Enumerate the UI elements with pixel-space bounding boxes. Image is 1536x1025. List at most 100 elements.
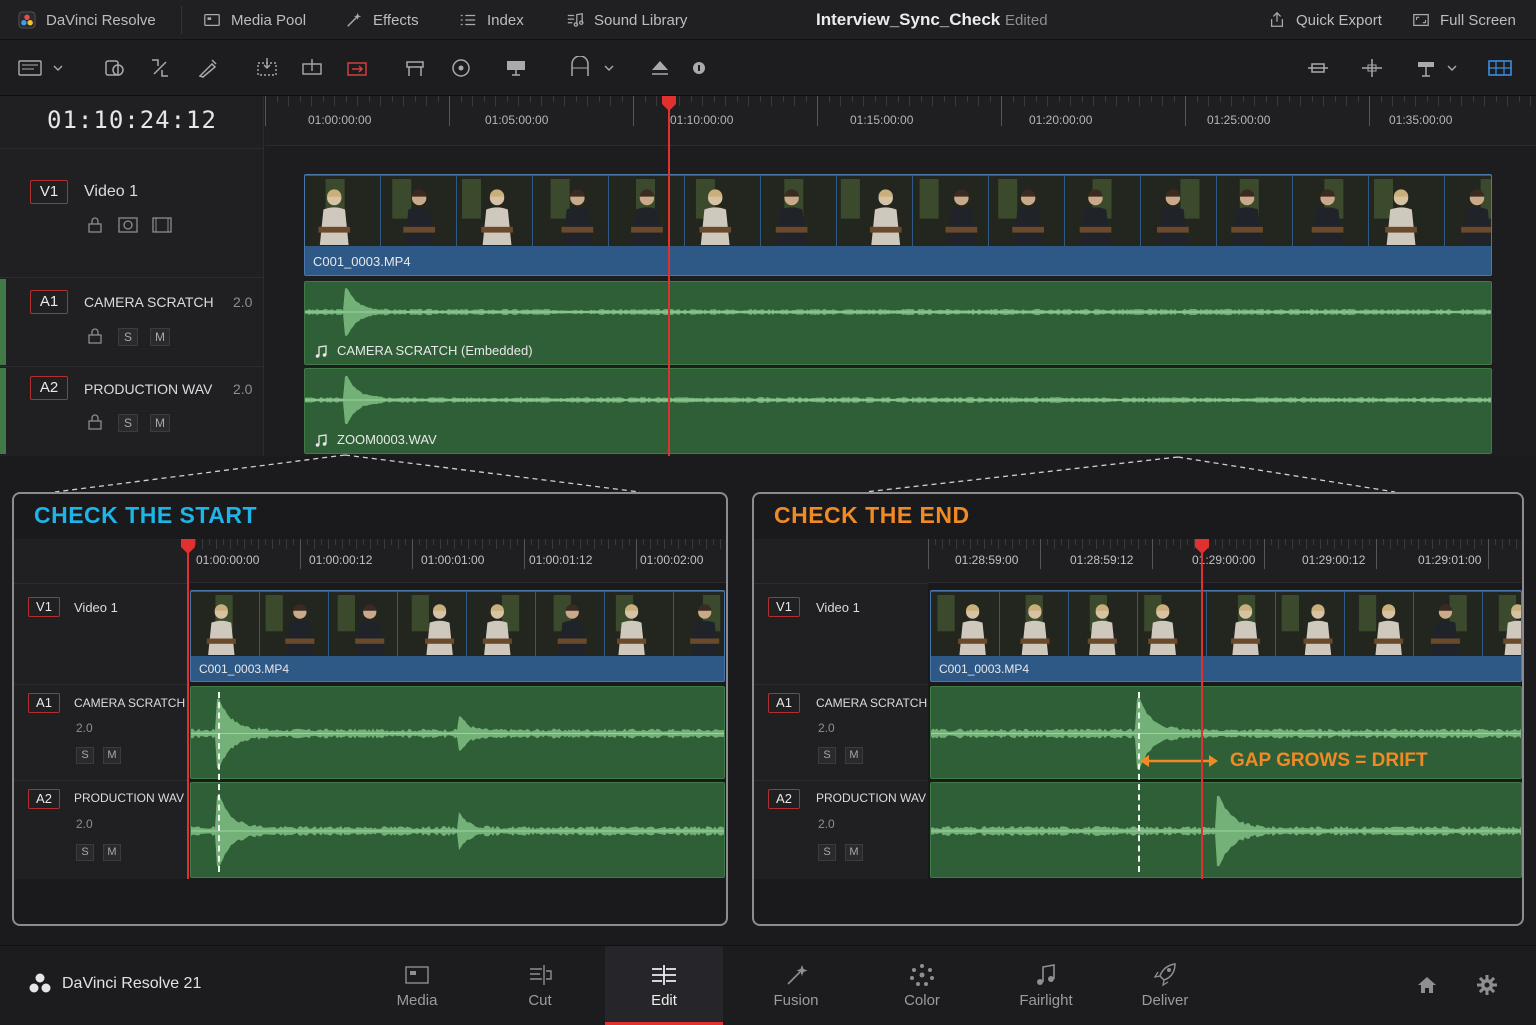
waveform bbox=[305, 375, 1491, 425]
playhead[interactable] bbox=[187, 549, 189, 879]
playhead[interactable] bbox=[1201, 549, 1203, 879]
a2-solo-button[interactable]: S bbox=[118, 414, 138, 432]
check-start-panel: CHECK THE START 01:00:00:00 01:00:00:12 … bbox=[12, 492, 728, 926]
start-a2-solo[interactable]: S bbox=[76, 844, 94, 861]
overwrite-clip-button[interactable] bbox=[300, 56, 324, 80]
a2-mute-button[interactable]: M bbox=[150, 414, 170, 432]
end-a2-mute[interactable]: M bbox=[845, 844, 863, 861]
zoom-custom-button[interactable] bbox=[1414, 56, 1462, 80]
end-ruler[interactable]: 01:28:59:00 01:28:59:12 01:29:00:00 01:2… bbox=[928, 539, 1522, 583]
timeline-view-options-button[interactable] bbox=[18, 56, 66, 80]
index-button[interactable]: Index bbox=[459, 0, 524, 40]
start-audio-clip-a1[interactable] bbox=[190, 686, 725, 779]
v1-track-name[interactable]: Video 1 bbox=[84, 183, 138, 201]
end-a1-mute[interactable]: M bbox=[845, 747, 863, 764]
lock-icon[interactable] bbox=[86, 413, 104, 431]
a1-track-name[interactable]: CAMERA SCRATCH bbox=[84, 294, 214, 310]
timeline-ruler[interactable]: 01:00:00:00 01:05:00:00 01:10:00:00 01:1… bbox=[265, 96, 1536, 146]
main-timeline: 01:10:24:12 V1 Video 1 A1 CAMERA SCRATCH… bbox=[0, 96, 1536, 456]
audio-clip-a1[interactable]: CAMERA SCRATCH (Embedded) bbox=[304, 281, 1492, 365]
page-edit[interactable]: Edit bbox=[605, 946, 723, 1025]
auto-track-select-icon[interactable] bbox=[118, 216, 138, 234]
page-color[interactable]: Color bbox=[863, 946, 981, 1025]
start-audio-clip-a2[interactable] bbox=[190, 782, 725, 878]
a2-track-badge[interactable]: A2 bbox=[30, 376, 68, 400]
start-a1-badge[interactable]: A1 bbox=[28, 693, 60, 713]
end-a2-badge[interactable]: A2 bbox=[768, 789, 800, 809]
zoom-fit-icon bbox=[1308, 63, 1328, 73]
ruler-label: 01:00:02:00 bbox=[640, 553, 704, 567]
start-v1-badge[interactable]: V1 bbox=[28, 597, 60, 617]
sound-library-button[interactable]: Sound Library bbox=[566, 0, 687, 40]
replace-clip-button[interactable] bbox=[345, 56, 369, 80]
a1-solo-button[interactable]: S bbox=[118, 328, 138, 346]
ruler-label: 01:29:00:12 bbox=[1302, 553, 1366, 567]
page-fusion-label: Fusion bbox=[773, 992, 819, 1009]
ruler-label: 01:20:00:00 bbox=[1029, 113, 1093, 127]
playhead[interactable] bbox=[668, 106, 670, 456]
effects-button[interactable]: Effects bbox=[345, 0, 419, 40]
lock-icon[interactable] bbox=[86, 327, 104, 345]
end-audio-clip-a2[interactable] bbox=[930, 782, 1522, 878]
position-lock-button[interactable] bbox=[504, 56, 528, 80]
ruler-label: 01:10:00:00 bbox=[670, 113, 734, 127]
music-note-icon bbox=[315, 345, 327, 358]
quick-export-button[interactable]: Quick Export bbox=[1268, 0, 1382, 40]
page-deliver[interactable]: Deliver bbox=[1106, 946, 1224, 1025]
marker-options-button[interactable] bbox=[568, 56, 616, 80]
snapping-button[interactable] bbox=[403, 56, 427, 80]
deliver-rocket-icon bbox=[1153, 963, 1176, 987]
settings-gear-icon[interactable] bbox=[1476, 974, 1498, 996]
start-ruler[interactable]: 01:00:00:00 01:00:00:12 01:00:01:00 01:0… bbox=[188, 539, 726, 583]
video-clip[interactable]: C001_0003.MP4 bbox=[304, 174, 1492, 276]
trim-mode-button[interactable] bbox=[148, 56, 172, 80]
end-v1-badge[interactable]: V1 bbox=[768, 597, 800, 617]
app-menu[interactable]: DaVinci Resolve bbox=[18, 0, 156, 40]
fairlight-page-icon bbox=[1037, 964, 1055, 985]
start-a1-solo[interactable]: S bbox=[76, 747, 94, 764]
end-video-clip[interactable]: C001_0003.MP4 bbox=[930, 590, 1522, 682]
export-icon bbox=[1270, 11, 1284, 27]
a1-mute-button[interactable]: M bbox=[150, 328, 170, 346]
page-cut[interactable]: Cut bbox=[481, 946, 599, 1025]
ruler-label: 01:00:00:00 bbox=[196, 553, 260, 567]
end-a1-solo[interactable]: S bbox=[818, 747, 836, 764]
disable-video-track-icon[interactable] bbox=[152, 216, 172, 234]
quick-export-label: Quick Export bbox=[1296, 11, 1382, 29]
v1-track-badge[interactable]: V1 bbox=[30, 180, 68, 204]
waveform bbox=[191, 698, 724, 769]
zoom-fit-button[interactable] bbox=[1306, 56, 1330, 80]
page-fairlight[interactable]: Fairlight bbox=[987, 946, 1105, 1025]
trim-icon bbox=[152, 59, 168, 77]
home-icon[interactable] bbox=[1416, 974, 1438, 996]
start-video-clip[interactable]: C001_0003.MP4 bbox=[190, 590, 725, 682]
ruler-label: 01:29:01:00 bbox=[1418, 553, 1482, 567]
end-a2-solo[interactable]: S bbox=[818, 844, 836, 861]
start-a2-mute[interactable]: M bbox=[103, 844, 121, 861]
end-a1-badge[interactable]: A1 bbox=[768, 693, 800, 713]
page-media[interactable]: Media bbox=[358, 946, 476, 1025]
insert-clip-button[interactable] bbox=[255, 56, 279, 80]
end-audio-clip-a1[interactable] bbox=[930, 686, 1522, 779]
timeline-view-button[interactable] bbox=[1488, 56, 1512, 80]
info-button[interactable] bbox=[688, 56, 712, 80]
start-v1-name: Video 1 bbox=[74, 600, 118, 615]
mark-button[interactable] bbox=[648, 56, 672, 80]
fusion-page-icon bbox=[787, 965, 808, 985]
linked-selection-button[interactable] bbox=[449, 56, 473, 80]
media-pool-button[interactable]: Media Pool bbox=[203, 0, 306, 40]
start-a1-name: CAMERA SCRATCH bbox=[74, 696, 186, 710]
start-a1-mute[interactable]: M bbox=[103, 747, 121, 764]
zoom-detail-button[interactable] bbox=[1360, 56, 1384, 80]
a2-track-color bbox=[0, 368, 6, 454]
lock-icon[interactable] bbox=[86, 216, 104, 234]
timecode-display[interactable]: 01:10:24:12 bbox=[0, 106, 264, 134]
audio-clip-a2[interactable]: ZOOM0003.WAV bbox=[304, 368, 1492, 454]
selection-mode-button[interactable] bbox=[103, 56, 127, 80]
start-a2-badge[interactable]: A2 bbox=[28, 789, 60, 809]
a2-track-name[interactable]: PRODUCTION WAV bbox=[84, 381, 212, 397]
a1-track-badge[interactable]: A1 bbox=[30, 290, 68, 314]
blade-tool-button[interactable] bbox=[196, 56, 220, 80]
full-screen-button[interactable]: Full Screen bbox=[1412, 0, 1516, 40]
page-fusion[interactable]: Fusion bbox=[737, 946, 855, 1025]
